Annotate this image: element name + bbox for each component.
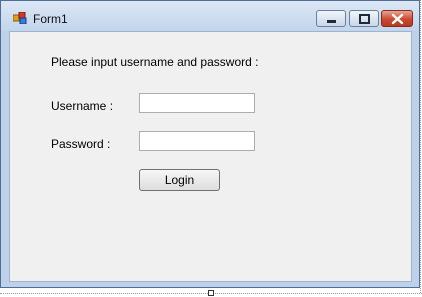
login-button[interactable]: Login — [139, 169, 220, 191]
username-input[interactable] — [139, 93, 255, 113]
form1-window: Form1 Please input username and password… — [0, 0, 420, 288]
maximize-button[interactable] — [349, 10, 379, 27]
username-label: Username : — [51, 99, 114, 113]
resize-handle[interactable] — [208, 290, 214, 296]
title-bar[interactable]: Form1 — [1, 1, 419, 31]
minimize-button[interactable] — [316, 10, 346, 27]
maximize-icon — [359, 14, 370, 24]
close-icon — [391, 13, 404, 25]
close-button[interactable] — [381, 10, 413, 27]
instruction-label: Please input username and password : — [51, 55, 259, 69]
window-title: Form1 — [33, 12, 68, 26]
password-input[interactable] — [139, 131, 255, 151]
app-icon — [13, 12, 27, 24]
designer-border-right — [420, 0, 421, 293]
minimize-icon — [327, 20, 336, 23]
password-label: Password : — [51, 137, 111, 151]
form-client-area: Please input username and password : Use… — [9, 31, 412, 282]
